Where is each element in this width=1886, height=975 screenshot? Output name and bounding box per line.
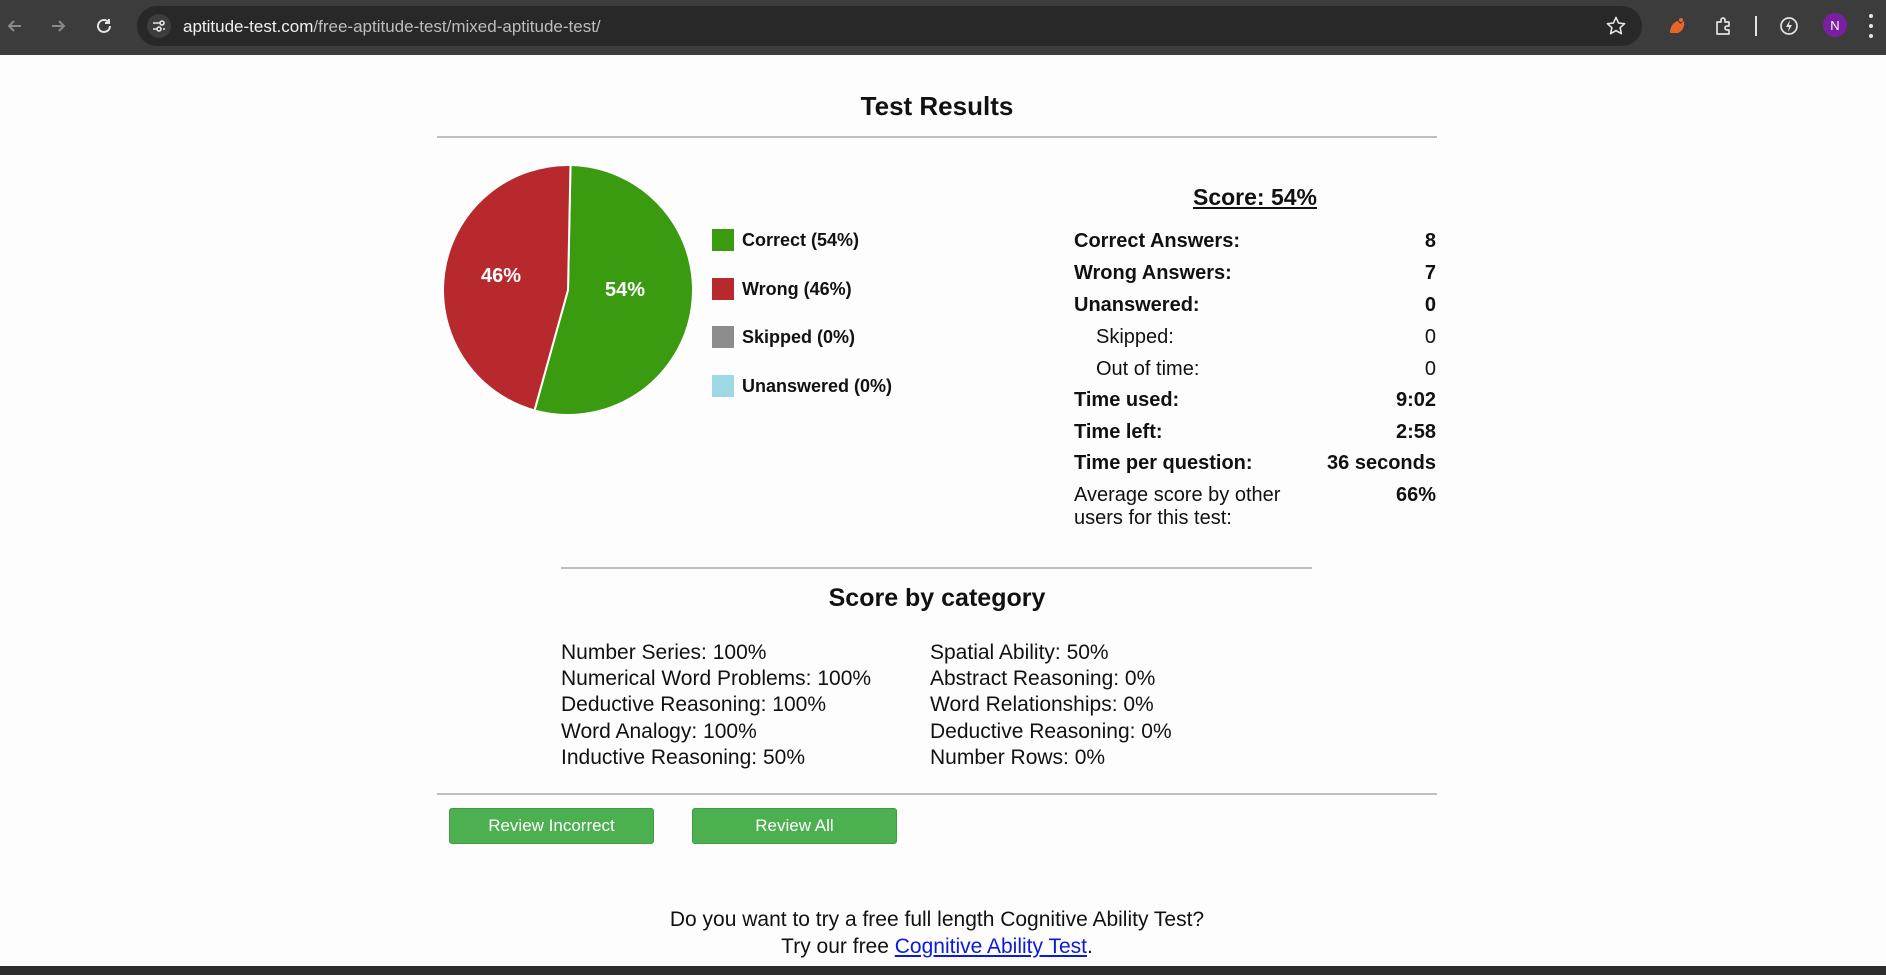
back-icon[interactable]	[1, 12, 29, 40]
category-item: Word Relationships: 0%	[930, 693, 1154, 717]
reload-icon[interactable]	[90, 12, 118, 40]
title-divider	[437, 136, 1437, 138]
category-item: Abstract Reasoning: 0%	[930, 667, 1156, 691]
category-list-right: Spatial Ability: 50% Abstract Reasoning:…	[930, 640, 1172, 771]
stat-value: 36 seconds	[1327, 452, 1436, 474]
site-info-icon[interactable]	[147, 14, 171, 38]
stat-average-score: Average score by other users for this te…	[1074, 484, 1436, 530]
legend-item-wrong: Wrong (46%)	[712, 277, 932, 301]
legend-label-skipped: Skipped (0%)	[742, 326, 856, 347]
category-list-left: Number Series: 100% Numerical Word Probl…	[561, 640, 871, 771]
page-title: Test Results	[860, 91, 1014, 121]
stat-time-left: Time left: 2:58	[1074, 421, 1436, 444]
extensions-puzzle-icon[interactable]	[1710, 12, 1738, 40]
stat-value: 8	[1424, 230, 1436, 252]
stat-label: Skipped:	[1096, 326, 1174, 348]
profile-avatar[interactable]: N	[1823, 13, 1847, 37]
stat-time-used: Time used: 9:02	[1074, 389, 1436, 412]
menu-kebab-icon[interactable]	[1868, 14, 1874, 38]
stat-label: Average score by other users for this te…	[1074, 484, 1281, 529]
legend-item-correct: Correct (54%)	[712, 228, 932, 252]
stat-label: Wrong Answers:	[1074, 262, 1232, 284]
stat-label: Time left:	[1074, 421, 1163, 443]
buttons-divider	[437, 793, 1437, 795]
forward-icon[interactable]	[44, 12, 72, 40]
category-item: Numerical Word Problems: 100%	[561, 667, 872, 691]
score-title-text: Score: 54%	[1192, 184, 1317, 210]
stat-unanswered: Unanswered: 0	[1074, 294, 1436, 317]
legend-item-unanswered: Unanswered (0%)	[712, 374, 932, 398]
category-divider	[561, 567, 1312, 569]
stat-label: Correct Answers:	[1074, 230, 1240, 252]
stat-value: 66%	[1395, 484, 1436, 506]
promo-line-2: Try our free Cognitive Ability Test.	[437, 933, 1437, 960]
url-text[interactable]: aptitude-test.com/free-aptitude-test/mix…	[183, 17, 601, 37]
stat-out-of-time: Out of time: 0	[1074, 358, 1436, 381]
review-all-button[interactable]: Review All	[692, 808, 897, 844]
category-item: Spatial Ability: 50%	[930, 641, 1109, 664]
legend-swatch-skipped	[712, 326, 734, 348]
category-item: Deductive Reasoning: 0%	[930, 719, 1172, 743]
promo-text: Do you want to try a free full length Co…	[437, 906, 1437, 960]
stat-value: 0	[1424, 294, 1436, 316]
legend-item-skipped: Skipped (0%)	[712, 325, 932, 349]
stat-skipped: Skipped: 0	[1074, 326, 1436, 349]
stat-value: 2:58	[1395, 421, 1436, 443]
legend-label-correct: Correct (54%)	[742, 229, 860, 250]
review-incorrect-button[interactable]: Review Incorrect	[449, 808, 654, 844]
legend-swatch-correct	[712, 229, 734, 251]
stat-correct-answers: Correct Answers: 8	[1074, 230, 1436, 253]
legend-label-unanswered: Unanswered (0%)	[742, 375, 893, 396]
promo-suffix: .	[1086, 935, 1093, 958]
category-title: Score by category	[828, 584, 1046, 612]
stat-value: 0	[1424, 358, 1436, 380]
legend-swatch-wrong	[712, 278, 734, 300]
promo-line-1: Do you want to try a free full length Co…	[669, 908, 1205, 931]
stat-label: Out of time:	[1096, 358, 1200, 380]
stat-time-per-question: Time per question: 36 seconds	[1074, 452, 1436, 475]
url-path: /free-aptitude-test/mixed-aptitude-test/	[313, 17, 601, 36]
extension-lightning-icon[interactable]	[1775, 12, 1803, 40]
stat-value: 0	[1424, 326, 1436, 348]
stat-value: 9:02	[1395, 389, 1436, 411]
browser-toolbar: aptitude-test.com/free-aptitude-test/mix…	[0, 0, 1886, 55]
category-item: Deductive Reasoning: 100%	[561, 693, 827, 717]
category-item: Inductive Reasoning: 50%	[561, 745, 805, 769]
address-bar[interactable]: aptitude-test.com/free-aptitude-test/mix…	[137, 6, 1642, 46]
cognitive-ability-test-link[interactable]: Cognitive Ability Test	[895, 935, 1087, 958]
stat-value: 7	[1424, 262, 1436, 284]
stat-label: Unanswered:	[1074, 294, 1200, 316]
bookmark-star-icon[interactable]	[1605, 15, 1627, 42]
toolbar-separator	[1755, 16, 1757, 36]
results-pie-chart	[442, 164, 694, 416]
stat-label: Time used:	[1074, 389, 1180, 411]
category-item: Number Series: 100%	[561, 641, 767, 664]
legend-label-wrong: Wrong (46%)	[742, 278, 852, 299]
extension-orange-icon[interactable]	[1663, 12, 1691, 40]
category-item: Number Rows: 0%	[930, 745, 1106, 769]
bottom-bar	[0, 966, 1886, 975]
stat-wrong-answers: Wrong Answers: 7	[1074, 262, 1436, 285]
category-item: Word Analogy: 100%	[561, 719, 757, 743]
pie-label-correct: 54%	[605, 279, 646, 301]
stat-label: Time per question:	[1074, 452, 1253, 474]
url-host: aptitude-test.com	[183, 17, 314, 36]
score-title: Score: 54%	[1075, 184, 1435, 211]
legend-swatch-unanswered	[712, 375, 734, 397]
pie-label-wrong: 46%	[481, 265, 522, 287]
promo-prefix: Try our free	[781, 935, 895, 958]
